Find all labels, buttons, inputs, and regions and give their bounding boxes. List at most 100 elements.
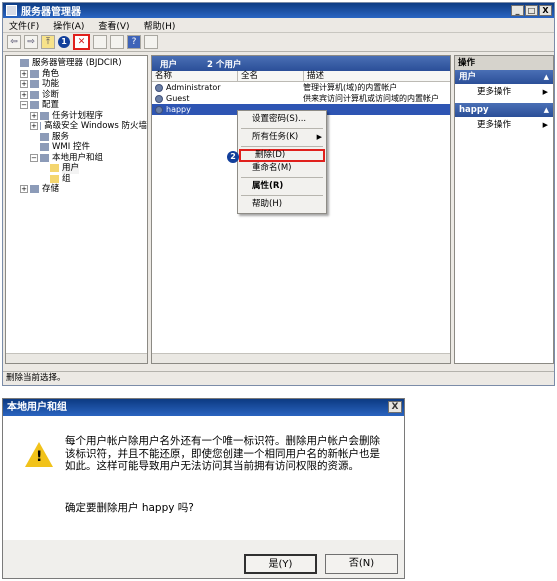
actions-section-users[interactable]: 用户 ▲ xyxy=(455,70,553,84)
actions-section-happy[interactable]: happy ▲ xyxy=(455,103,553,117)
server-manager-window: 服务器管理器 _ □ X 文件(F) 操作(A) 查看(V) 帮助(H) ⇦ ⇨… xyxy=(2,2,555,386)
tree-item-label: 组 xyxy=(62,173,71,184)
menu-view[interactable]: 查看(V) xyxy=(98,19,129,32)
up-icon[interactable]: ⤒ xyxy=(41,35,55,49)
tree-item[interactable]: + 诊断 xyxy=(6,90,147,101)
tree-item[interactable]: 服务 xyxy=(6,132,147,143)
yes-button[interactable]: 是(Y) xyxy=(244,554,317,574)
menu-separator xyxy=(241,146,323,147)
column-fullname[interactable]: 全名 xyxy=(238,71,304,81)
folder-icon xyxy=(40,132,49,141)
export-icon[interactable] xyxy=(110,35,124,49)
menu-delete[interactable]: 删除(D) xyxy=(239,149,325,162)
expand-icon[interactable]: + xyxy=(20,80,28,89)
folder-icon xyxy=(39,122,42,131)
show-hide-icon[interactable] xyxy=(144,35,158,49)
tree-item-label: 服务 xyxy=(52,131,70,142)
menu-rename[interactable]: 重命名(M) xyxy=(238,162,326,175)
folder-icon xyxy=(30,80,39,89)
tree-item-label: 服务器管理器 (BJDCIR) xyxy=(32,58,122,68)
collapse-icon: ▲ xyxy=(543,73,549,81)
user-name: Guest xyxy=(166,94,190,103)
menu-help-item[interactable]: 帮助(H) xyxy=(238,198,326,211)
tree-item-label: 角色 xyxy=(42,68,60,79)
close-button[interactable]: X xyxy=(539,5,552,16)
collapse-icon[interactable]: − xyxy=(20,101,28,110)
menu-separator xyxy=(241,177,323,178)
column-name[interactable]: 名称 xyxy=(152,71,238,81)
tree-item-label: 高级安全 Windows 防火墙 xyxy=(44,121,147,131)
menu-separator xyxy=(241,195,323,196)
dialog-message: 每个用户帐户除用户名外还有一个唯一标识符。删除用户帐户会删除该标识符，并且不能还… xyxy=(65,435,380,472)
menu-all-tasks-label: 所有任务(K) xyxy=(252,132,299,142)
tree-item-label: 本地用户和组 xyxy=(52,152,104,163)
context-menu: 设置密码(S)... 所有任务(K) ▶ 删除(D) 重命名(M) 属性(R) … xyxy=(237,110,327,214)
collapse-icon[interactable]: − xyxy=(30,153,38,162)
tree-item[interactable]: WMI 控件 xyxy=(6,142,147,153)
maximize-button[interactable]: □ xyxy=(525,5,538,16)
tree-item-label: 功能 xyxy=(42,79,60,89)
menu-help[interactable]: 帮助(H) xyxy=(144,19,176,32)
table-row[interactable]: Guest 供来宾访问计算机或访问域的内置帐户 xyxy=(152,93,450,104)
column-description[interactable]: 描述 xyxy=(304,71,450,81)
user-icon xyxy=(155,94,163,103)
folder-icon xyxy=(30,101,39,110)
tree-item[interactable]: − 配置 xyxy=(6,100,147,111)
dialog-close-button[interactable]: X xyxy=(388,401,402,413)
step-badge-2: 2 xyxy=(227,151,239,163)
column-headers: 名称 全名 描述 xyxy=(152,71,450,82)
toolbar: ⇦ ⇨ ⤒ 1 ✕ ? xyxy=(3,33,554,52)
delete-icon[interactable]: ✕ xyxy=(73,34,90,50)
menu-file[interactable]: 文件(F) xyxy=(9,19,39,32)
tree-item[interactable]: 组 xyxy=(6,174,147,185)
menu-action[interactable]: 操作(A) xyxy=(53,19,84,32)
tree-item-label: 用户 xyxy=(62,163,80,174)
no-button[interactable]: 否(N) xyxy=(325,554,398,574)
menu-all-tasks[interactable]: 所有任务(K) ▶ xyxy=(238,131,326,144)
submenu-arrow-icon: ▶ xyxy=(316,133,322,141)
user-name: Administrator xyxy=(166,83,221,92)
more-actions-happy[interactable]: 更多操作 ▶ xyxy=(455,117,553,134)
minimize-button[interactable]: _ xyxy=(511,5,524,16)
tree-item[interactable]: + 功能 xyxy=(6,79,147,90)
status-bar: 删除当前选择。 xyxy=(3,371,554,385)
more-actions-label: 更多操作 xyxy=(477,120,512,130)
properties-icon[interactable] xyxy=(93,35,107,49)
list-scrollbar[interactable] xyxy=(152,353,450,363)
tree-item[interactable]: + 角色 xyxy=(6,69,147,80)
help-icon[interactable]: ? xyxy=(127,35,141,49)
menu-bar: 文件(F) 操作(A) 查看(V) 帮助(H) xyxy=(3,18,554,33)
tree-item[interactable]: + 高级安全 Windows 防火墙 xyxy=(6,121,147,132)
delete-confirm-dialog: 本地用户和组 X ! 每个用户帐户除用户名外还有一个唯一标识符。删除用户帐户会删… xyxy=(2,398,405,579)
user-description: 管理计算机(域)的内置帐户 xyxy=(303,83,398,92)
back-icon[interactable]: ⇦ xyxy=(7,35,21,49)
menu-set-password[interactable]: 设置密码(S)... xyxy=(238,113,326,126)
actions-section-happy-label: happy xyxy=(459,105,489,115)
tree-item[interactable]: 服务器管理器 (BJDCIR) xyxy=(6,58,147,69)
expand-icon[interactable]: + xyxy=(30,111,38,120)
folder-icon xyxy=(30,185,39,194)
user-name: happy xyxy=(166,105,191,114)
tree-item[interactable]: + 任务计划程序 xyxy=(6,111,147,122)
menu-properties[interactable]: 属性(R) xyxy=(238,180,326,193)
forward-icon[interactable]: ⇨ xyxy=(24,35,38,49)
expand-icon[interactable]: + xyxy=(20,90,28,99)
tree-item-label: 任务计划程序 xyxy=(52,110,104,121)
expand-icon[interactable]: + xyxy=(20,185,28,194)
tree-item[interactable]: + 存储 xyxy=(6,184,147,195)
more-actions-users[interactable]: 更多操作 ▶ xyxy=(455,84,553,101)
users-header-title: 用户 xyxy=(160,59,178,70)
tree-item-label: 配置 xyxy=(42,100,60,110)
tree-item[interactable]: 用户 xyxy=(6,163,147,174)
folder-icon xyxy=(30,90,39,99)
tree-item[interactable]: − 本地用户和组 xyxy=(6,153,147,164)
menu-separator xyxy=(241,128,323,129)
tree-scrollbar[interactable] xyxy=(6,353,147,363)
collapse-icon: ▲ xyxy=(543,106,549,114)
expand-icon[interactable]: + xyxy=(20,69,28,78)
expand-icon[interactable]: + xyxy=(30,122,38,131)
window-title: 服务器管理器 xyxy=(21,7,81,18)
actions-title: 操作 xyxy=(455,56,553,70)
dialog-footer: 是(Y) 否(N) xyxy=(3,540,404,578)
table-row[interactable]: Administrator 管理计算机(域)的内置帐户 xyxy=(152,82,450,93)
